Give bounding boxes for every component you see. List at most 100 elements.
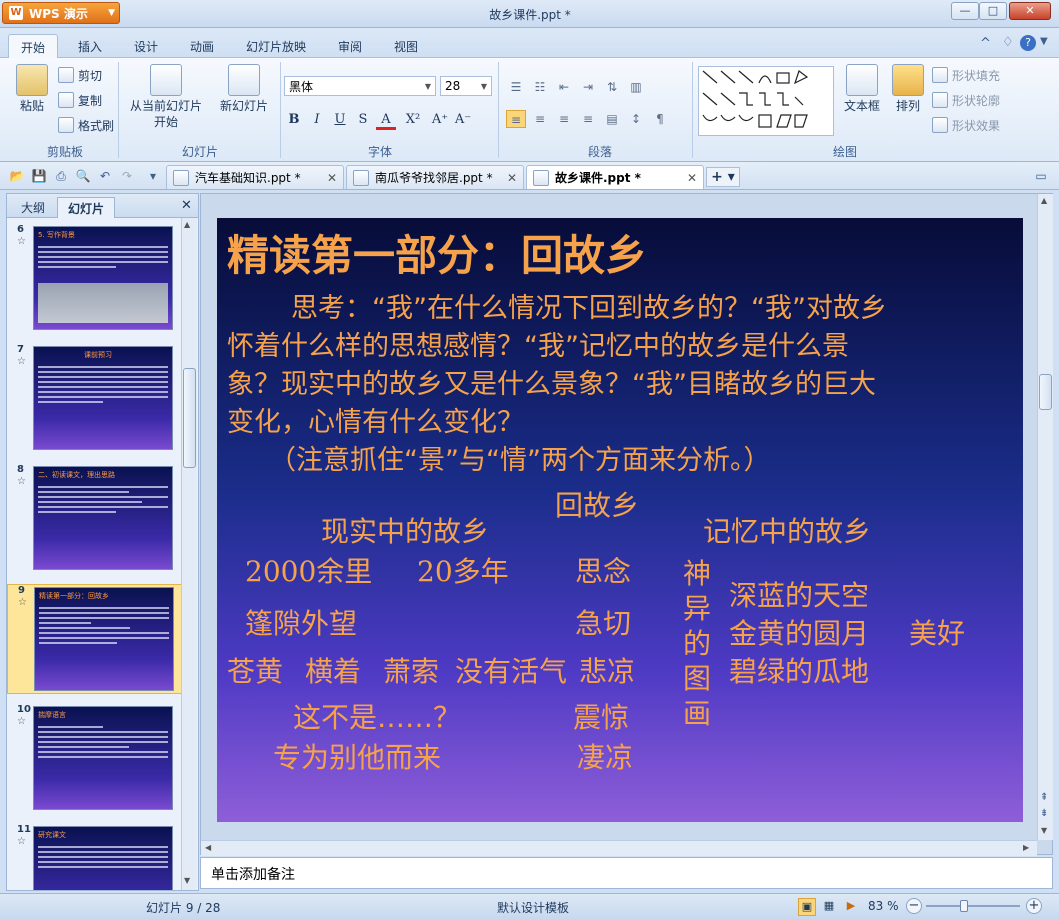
body-line[interactable]: 思考：“我”在什么情况下回到故乡的？“我”对故乡: [291, 286, 887, 325]
slide-thumb-6[interactable]: 6 ☆ 5. 写作背景: [7, 224, 182, 334]
tab-view[interactable]: 视图: [382, 34, 430, 58]
strikethrough-button[interactable]: S: [353, 110, 373, 130]
new-tab-button[interactable]: + ▾: [706, 167, 740, 187]
tab-review[interactable]: 审阅: [326, 34, 374, 58]
increase-indent-icon[interactable]: ⇥: [578, 78, 598, 96]
next-slide-icon[interactable]: ⇟: [1040, 808, 1048, 819]
open-icon[interactable]: 📂: [8, 167, 26, 185]
scroll-right-icon[interactable]: ▶: [1023, 843, 1029, 852]
format-painter-button[interactable]: 格式刷: [58, 116, 114, 134]
scroll-up-icon[interactable]: ▲: [184, 220, 190, 229]
skin-icon[interactable]: ♢: [1002, 35, 1014, 50]
italic-button[interactable]: I: [307, 110, 327, 130]
wps-menu-button[interactable]: W WPS 演示 ▼: [2, 2, 120, 24]
doc-tab-active[interactable]: 故乡课件.ppt * ✕: [526, 165, 704, 189]
ribbon-collapse-icon[interactable]: ^: [980, 36, 991, 51]
body-line[interactable]: 象？现实中的故乡又是什么景象？“我”目睹故乡的巨大: [227, 362, 876, 401]
redo-icon[interactable]: ↷: [118, 167, 136, 185]
shape-effect-button[interactable]: 形状效果: [932, 116, 1000, 134]
zoom-slider-thumb[interactable]: [960, 900, 968, 912]
arrange-button[interactable]: 排列: [888, 64, 928, 114]
feeling-item[interactable]: 急切: [575, 602, 631, 642]
tab-home[interactable]: 开始: [8, 34, 59, 58]
zoom-slider-track[interactable]: [926, 900, 1020, 912]
font-color-button[interactable]: A: [376, 110, 396, 130]
bullets-icon[interactable]: ☰: [506, 78, 526, 96]
reality-item[interactable]: 没有活气: [455, 650, 567, 690]
distribute-icon[interactable]: ▤: [602, 110, 622, 128]
feeling-item[interactable]: 悲凉: [579, 650, 635, 690]
scroll-down-icon[interactable]: ▼: [1041, 826, 1047, 835]
justify-icon[interactable]: ≡: [578, 110, 598, 128]
close-button[interactable]: ✕: [1009, 2, 1051, 20]
body-line[interactable]: （注意抓住“景”与“情”两个方面来分析。）: [269, 438, 770, 477]
doc-tab[interactable]: 南瓜爷爷找邻居.ppt * ✕: [346, 165, 524, 189]
cut-button[interactable]: 剪切: [58, 66, 102, 84]
shapes-gallery[interactable]: [698, 66, 834, 136]
superscript-button[interactable]: X²: [399, 110, 427, 130]
reality-item[interactable]: 篷隙外望: [245, 602, 357, 642]
align-left-icon[interactable]: ≡: [506, 110, 526, 128]
reality-item[interactable]: 苍黄: [227, 650, 283, 690]
bold-button[interactable]: B: [284, 110, 304, 130]
tab-close-icon[interactable]: ✕: [687, 171, 697, 185]
body-line[interactable]: 变化，心情有什么变化？: [227, 400, 524, 439]
reality-item[interactable]: 专为别他而来: [273, 736, 441, 776]
scroll-down-icon[interactable]: ▼: [184, 876, 190, 885]
thumbnails-scrollbar[interactable]: ▲ ▼: [181, 218, 197, 890]
line-spacing-icon[interactable]: ↕: [626, 110, 646, 128]
maximize-button[interactable]: □: [979, 2, 1007, 20]
customize-toolbar-icon[interactable]: ▾: [144, 167, 162, 185]
memory-item[interactable]: 金黄的圆月: [729, 612, 869, 652]
scroll-thumb[interactable]: [183, 368, 196, 468]
design-template[interactable]: 默认设计模板: [497, 899, 569, 916]
help-dropdown-icon[interactable]: ▼: [1040, 36, 1048, 47]
slide-thumb-8[interactable]: 8 ☆ 二、初读课文，理出思路: [7, 464, 182, 574]
body-line[interactable]: 怀着什么样的思想感情？“我”记忆中的故乡是什么景: [227, 324, 849, 363]
editor-vertical-scrollbar[interactable]: ▲ ⇞ ⇟ ▼: [1037, 194, 1053, 840]
memory-header[interactable]: 记忆中的故乡: [703, 510, 871, 550]
memory-item[interactable]: 深蓝的天空: [729, 574, 869, 614]
scroll-left-icon[interactable]: ◀: [205, 843, 211, 852]
save-icon[interactable]: 💾: [30, 167, 48, 185]
tab-slides[interactable]: 幻灯片: [57, 197, 116, 218]
panel-close-icon[interactable]: ✕: [181, 198, 192, 213]
shape-outline-button[interactable]: 形状轮廓: [932, 91, 1000, 109]
from-current-slide-button[interactable]: 从当前幻灯片 开始: [126, 64, 206, 130]
vertical-text[interactable]: 神 异 的 图 画: [683, 556, 711, 731]
copy-button[interactable]: 复制: [58, 91, 102, 109]
paragraph-icon[interactable]: ¶: [650, 110, 670, 128]
reality-item[interactable]: 横着: [305, 650, 361, 690]
slide-thumb-11[interactable]: 11 ☆ 研究课文: [7, 824, 182, 890]
tab-close-icon[interactable]: ✕: [327, 171, 337, 185]
slide-sorter-icon[interactable]: ▦: [820, 898, 838, 916]
align-right-icon[interactable]: ≡: [554, 110, 574, 128]
reality-item[interactable]: 20多年: [417, 550, 509, 590]
tab-slideshow[interactable]: 幻灯片放映: [234, 34, 318, 58]
slide-thumb-10[interactable]: 10 ☆ 揣摩语言: [7, 704, 182, 814]
doc-tab[interactable]: 汽车基础知识.ppt * ✕: [166, 165, 344, 189]
font-size-combo[interactable]: 28 ▼: [440, 76, 492, 96]
zoom-in-icon[interactable]: +: [1026, 898, 1042, 914]
shrink-font-button[interactable]: A⁻: [453, 110, 473, 130]
feeling-item[interactable]: 震惊: [573, 696, 629, 736]
numbering-icon[interactable]: ☷: [530, 78, 550, 96]
help-icon[interactable]: ?: [1020, 35, 1036, 51]
slide-title[interactable]: 精读第一部分：回故乡: [227, 222, 647, 283]
slide-thumb-9-selected[interactable]: 9 ☆ 精读第一部分：回故乡: [7, 584, 182, 694]
grow-font-button[interactable]: A⁺: [430, 110, 450, 130]
zoom-out-icon[interactable]: −: [906, 898, 922, 914]
decrease-indent-icon[interactable]: ⇤: [554, 78, 574, 96]
reality-item[interactable]: 萧索: [383, 650, 439, 690]
feeling-item[interactable]: 凄凉: [577, 736, 633, 776]
undo-icon[interactable]: ↶: [96, 167, 114, 185]
tab-close-icon[interactable]: ✕: [507, 171, 517, 185]
align-center-icon[interactable]: ≡: [530, 110, 550, 128]
new-slide-button[interactable]: 新幻灯片: [214, 64, 274, 114]
print-icon[interactable]: ⎙: [52, 167, 70, 185]
print-preview-icon[interactable]: 🔍: [74, 167, 92, 185]
textbox-button[interactable]: 文本框: [842, 64, 882, 114]
tab-insert[interactable]: 插入: [66, 34, 114, 58]
tab-outline[interactable]: 大纲: [11, 197, 55, 218]
underline-button[interactable]: U: [330, 110, 350, 130]
